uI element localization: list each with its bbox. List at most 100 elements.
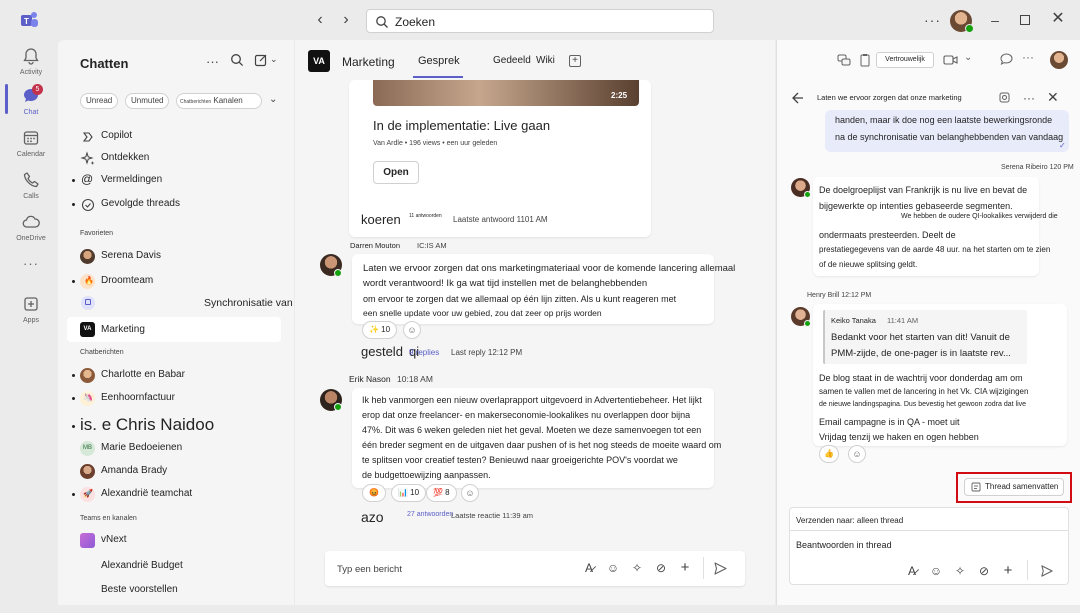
avatar: [80, 464, 95, 479]
chevron-down-icon[interactable]: ⌄: [269, 94, 277, 105]
message-line: of de nieuwe splitsing geldt.: [819, 260, 918, 269]
quoted-message[interactable]: Keiko Tanaka 11:41 AM Bedankt voor het s…: [823, 310, 1027, 364]
copilot-sparkle-icon[interactable]: ✧: [952, 563, 968, 579]
send-icon[interactable]: [1040, 564, 1054, 578]
compose-icon[interactable]: [254, 53, 268, 67]
rail-more[interactable]: ···: [8, 256, 54, 278]
nav-discover[interactable]: Ontdekken: [58, 148, 294, 170]
reaction-sparkle[interactable]: ✨ 10: [362, 321, 398, 339]
reply-name: koeren: [361, 212, 401, 227]
reply-summary[interactable]: koeren 11 antwoorden Laatste antwoord 11…: [361, 212, 661, 228]
unread-dot: [72, 280, 75, 283]
tab-shared[interactable]: Gedeeld: [493, 55, 531, 66]
notes-icon[interactable]: [857, 52, 873, 68]
minimize-icon[interactable]: –: [987, 12, 1003, 28]
reply-summary[interactable]: gesteld qi 9 replies Last reply 12:12 PM: [361, 344, 661, 362]
presence-available-icon: [804, 191, 811, 198]
sensitivity-label[interactable]: Vertrouwelijk: [876, 52, 934, 68]
video-call-icon[interactable]: [943, 53, 959, 67]
rail-activity[interactable]: Activity: [8, 46, 54, 88]
teams-logo-icon[interactable]: T: [18, 9, 40, 31]
tab-conversation[interactable]: Gesprek: [418, 55, 460, 67]
emoji-icon[interactable]: ☺: [605, 560, 621, 576]
back-arrow-icon[interactable]: [790, 91, 804, 105]
chat-alexandrie-team[interactable]: 🚀 Alexandrië teamchat: [58, 484, 294, 506]
copy-link-icon[interactable]: [998, 91, 1011, 104]
thread-title: Laten we ervoor zorgen dat onze marketin…: [817, 93, 962, 102]
message-card: Ik heb vanmorgen een nieuw overlaprappor…: [352, 388, 721, 488]
chat-chris-naidoo[interactable]: is. e Chris Naidoo: [58, 412, 294, 440]
meeting-chat-icon[interactable]: [836, 52, 852, 68]
chevron-down-icon[interactable]: ⌄: [270, 54, 278, 65]
chat-droomteam[interactable]: 🔥 Droomteam: [58, 271, 294, 293]
message-compose-box[interactable]: Typ een bericht A̷ ☺ ✧ ⊘ +: [325, 551, 745, 586]
team-label: vNext: [101, 534, 127, 545]
channel-alexandrie-budget[interactable]: Alexandrië Budget: [58, 556, 294, 578]
rail-calls[interactable]: Calls: [8, 170, 54, 212]
chat-marketing-selected[interactable]: VA Marketing: [67, 317, 281, 342]
reaction-thumbs-up[interactable]: 👍: [819, 445, 839, 463]
open-button[interactable]: Open: [373, 161, 419, 184]
reply-summary[interactable]: azo 27 antwoorden Laatste reactie 11:39 …: [361, 509, 661, 527]
nav-mentions[interactable]: @ Vermeldingen: [58, 170, 294, 192]
thread-reply-box[interactable]: Verzenden naar: alleen thread Beantwoord…: [789, 507, 1069, 585]
plus-icon[interactable]: +: [1000, 563, 1016, 579]
channel-beste-voorstellen[interactable]: Beste voorstellen: [58, 580, 294, 602]
forward-arrow-icon[interactable]: ›: [336, 10, 356, 30]
send-to-label: Verzenden naar: alleen thread: [796, 516, 904, 525]
nav-followed-threads[interactable]: Gevolgde threads: [58, 194, 294, 216]
maximize-icon[interactable]: [1020, 15, 1030, 25]
more-options-icon[interactable]: ···: [206, 54, 219, 69]
video-thumbnail[interactable]: [373, 80, 639, 106]
thread-view-icon[interactable]: [999, 52, 1014, 67]
team-vnext[interactable]: vNext: [58, 530, 294, 552]
message-line: na de synchronisatie van belanghebbenden…: [835, 132, 1064, 142]
reaction-hundred[interactable]: 💯 8: [426, 484, 457, 502]
channel-label: Alexandrië Budget: [101, 560, 183, 571]
search-input[interactable]: Zoeken: [366, 9, 714, 33]
search-icon[interactable]: [230, 53, 244, 67]
emoji-icon[interactable]: ☺: [928, 563, 944, 579]
chat-charlotte-babar[interactable]: Charlotte en Babar: [58, 365, 294, 387]
format-icon[interactable]: A̷: [904, 563, 920, 579]
chat-list-title: Chatten: [80, 56, 129, 71]
close-icon[interactable]: ✕: [1047, 89, 1059, 106]
chat-serena-davis[interactable]: Serena Davis: [58, 246, 294, 268]
add-tab-icon[interactable]: +: [569, 55, 581, 67]
plus-icon[interactable]: +: [677, 560, 693, 576]
loop-icon[interactable]: ⊘: [976, 563, 992, 579]
more-options-icon[interactable]: ···: [924, 12, 941, 28]
participant-avatar[interactable]: [1050, 51, 1068, 69]
more-options-icon[interactable]: ···: [1023, 91, 1035, 105]
chat-eenhoornfactuur[interactable]: 🦄 Eenhoornfactuur: [58, 388, 294, 410]
rail-calendar[interactable]: Calendar: [8, 128, 54, 170]
chat-label: Serena Davis: [101, 250, 162, 261]
more-options-icon[interactable]: ···: [1022, 50, 1034, 64]
chat-marie[interactable]: MB Marie Bedoeienen: [58, 438, 294, 460]
chat-amanda-brady[interactable]: Amanda Brady: [58, 461, 294, 483]
rail-apps[interactable]: Apps: [8, 294, 54, 336]
reaction-chart[interactable]: 📊 10: [391, 484, 427, 502]
rail-onedrive[interactable]: OneDrive: [8, 212, 54, 254]
card-title: In de implementatie: Live gaan: [373, 118, 551, 133]
message-line: erop dat onze freelancer- en makersecono…: [362, 410, 691, 420]
add-reaction-icon[interactable]: ☺: [403, 321, 421, 339]
chevron-down-icon[interactable]: ⌄: [964, 52, 972, 63]
reaction-angry[interactable]: 😡: [362, 484, 386, 502]
nav-copilot[interactable]: Copilot: [58, 126, 294, 148]
filter-chats-channels[interactable]: Chatberichten Kanalen: [176, 93, 262, 109]
filter-unmuted[interactable]: Unmuted: [125, 93, 170, 109]
rail-chat[interactable]: Chat: [8, 86, 54, 128]
message-line: ondermaats presteerden. Deelt de: [819, 230, 956, 240]
filter-unread[interactable]: Unread: [80, 93, 119, 109]
send-icon[interactable]: [713, 561, 728, 576]
tab-wiki[interactable]: Wiki: [536, 55, 555, 66]
loop-icon[interactable]: ⊘: [653, 560, 669, 576]
chat-marketing-sync[interactable]: Synchronisatie van marketingteam: [58, 292, 365, 314]
format-icon[interactable]: A̷: [581, 560, 597, 576]
close-window-icon[interactable]: ✕: [1050, 9, 1066, 29]
back-arrow-icon[interactable]: ‹: [310, 10, 330, 30]
add-reaction-icon[interactable]: ☺: [848, 445, 866, 463]
copilot-sparkle-icon[interactable]: ✧: [629, 560, 645, 576]
add-reaction-icon[interactable]: ☺: [461, 484, 479, 502]
